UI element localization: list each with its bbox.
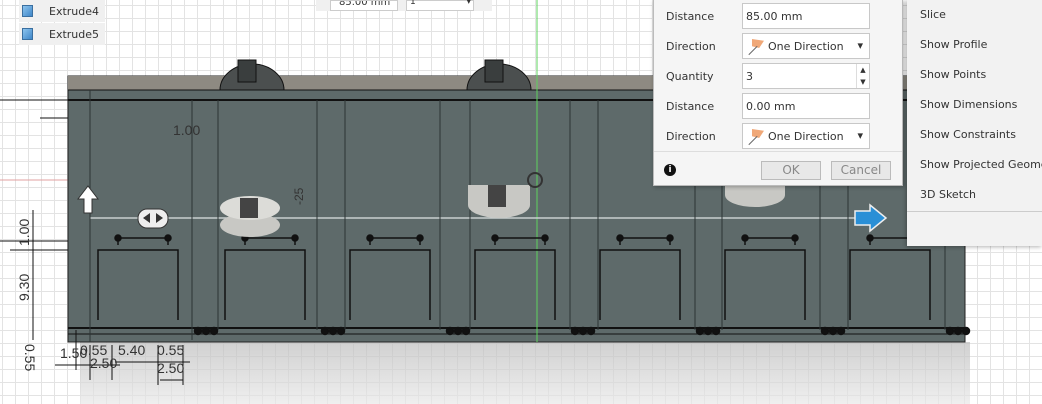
browser-item-extrude5[interactable]: Extrude5 xyxy=(19,23,105,45)
direction-flag-icon xyxy=(746,128,764,144)
sketch-point[interactable] xyxy=(193,326,203,336)
menu-item-slice[interactable]: Slice xyxy=(920,5,946,25)
sketch-point[interactable] xyxy=(445,326,455,336)
ground-shadow xyxy=(80,342,970,404)
select-value: 1 xyxy=(410,0,416,7)
boss-cylinder-2 xyxy=(468,185,530,218)
field-label: Direction xyxy=(666,39,716,53)
sketch-point[interactable] xyxy=(703,326,713,336)
ok-button[interactable]: OK xyxy=(761,161,821,180)
sketch-point[interactable] xyxy=(695,326,705,336)
info-icon[interactable]: i xyxy=(664,164,676,176)
body-icon xyxy=(22,28,33,40)
sketch-point[interactable] xyxy=(201,326,211,336)
sketch-point[interactable] xyxy=(366,234,374,242)
rotate-handle-icon[interactable] xyxy=(137,208,169,229)
sketch-point[interactable] xyxy=(945,326,955,336)
dropdown-value: One Direction xyxy=(768,39,844,53)
sketch-point[interactable] xyxy=(541,234,549,242)
browser-item-extrude4[interactable]: Extrude4 xyxy=(19,0,105,22)
sketch-point[interactable] xyxy=(320,326,330,336)
sketch-point[interactable] xyxy=(453,326,463,336)
menu-item-show-dimensions[interactable]: Show Dimensions xyxy=(920,95,1017,115)
dimension-label[interactable]: 0.55 xyxy=(157,342,184,358)
sketch-point[interactable] xyxy=(328,326,338,336)
sketch-point[interactable] xyxy=(711,326,721,336)
field-label: Quantity xyxy=(666,69,714,83)
pattern-dialog: Distance 85.00 mm Direction One Directio… xyxy=(653,0,903,186)
menu-separator xyxy=(907,211,1042,212)
menu-item-show-points[interactable]: Show Points xyxy=(920,65,986,85)
quantity-select-partial[interactable]: 1 xyxy=(406,0,474,11)
boss-cylinder-1 xyxy=(220,196,280,237)
distance-row-2: Distance 0.00 mm xyxy=(654,93,902,119)
direction-dropdown-1[interactable]: One Direction xyxy=(742,33,870,59)
direction-dropdown-2[interactable]: One Direction xyxy=(742,123,870,149)
distance-row-1: Distance 85.00 mm xyxy=(654,3,902,29)
sketch-point[interactable] xyxy=(114,234,122,242)
cancel-button[interactable]: Cancel xyxy=(831,161,891,180)
direction-row-1: Direction One Direction xyxy=(654,33,902,59)
context-menu: Slice Show Profile Show Points Show Dime… xyxy=(907,0,1042,246)
distance-input-partial[interactable]: 85.00 mm xyxy=(330,0,398,11)
sketch-point[interactable] xyxy=(828,326,838,336)
field-label: Direction xyxy=(666,129,716,143)
menu-item-show-constraints[interactable]: Show Constraints xyxy=(920,125,1016,145)
sketch-point[interactable] xyxy=(961,326,971,336)
field-label: Distance xyxy=(666,9,715,23)
menu-item-3d-sketch[interactable]: 3D Sketch xyxy=(920,185,976,205)
dimension-label[interactable]: 2.50 xyxy=(157,360,184,376)
quantity-value: 3 xyxy=(746,69,753,83)
sketch-point[interactable] xyxy=(291,234,299,242)
field-label: Distance xyxy=(666,99,715,113)
browser-item-label: Extrude4 xyxy=(49,4,100,18)
menu-item-show-projected-geometries[interactable]: Show Projected Geometries xyxy=(920,155,1042,175)
dimension-label[interactable]: 5.40 xyxy=(118,342,145,358)
sketch-point[interactable] xyxy=(820,326,830,336)
sketch-point[interactable] xyxy=(953,326,963,336)
browser-item-label: Extrude5 xyxy=(49,27,100,41)
quantity-stepper[interactable]: 3 ▲ ▼ xyxy=(742,63,870,89)
sketch-point[interactable] xyxy=(791,234,799,242)
dimension-label[interactable]: 2.50 xyxy=(90,355,117,371)
direction-row-2: Direction One Direction xyxy=(654,123,902,149)
sketch-point[interactable] xyxy=(578,326,588,336)
sketch-point[interactable] xyxy=(866,234,874,242)
quantity-row: Quantity 3 ▲ ▼ xyxy=(654,63,902,89)
sketch-point[interactable] xyxy=(836,326,846,336)
sketch-point[interactable] xyxy=(491,234,499,242)
sketch-point[interactable] xyxy=(570,326,580,336)
dimension-label[interactable]: 9.30 xyxy=(16,274,32,301)
distance-input-2[interactable]: 0.00 mm xyxy=(742,93,870,119)
dialog-footer: i OK Cancel xyxy=(654,151,902,186)
dropdown-value: One Direction xyxy=(768,129,844,143)
floating-input-bar: 85.00 mm 1 xyxy=(316,0,492,11)
sketch-point[interactable] xyxy=(164,234,172,242)
sketch-point[interactable] xyxy=(416,234,424,242)
boss-top-1 xyxy=(219,59,285,91)
dimension-label[interactable]: 1.00 xyxy=(16,219,32,246)
dimension-label[interactable]: 1.00 xyxy=(173,122,200,138)
sketch-point[interactable] xyxy=(336,326,346,336)
boss-top-2 xyxy=(466,59,532,91)
sketch-point[interactable] xyxy=(209,326,219,336)
sketch-point[interactable] xyxy=(616,234,624,242)
distance-input-1[interactable]: 85.00 mm xyxy=(742,3,870,29)
direction-flag-icon xyxy=(746,38,764,54)
dimension-label[interactable]: 0.55 xyxy=(22,344,38,371)
body-icon xyxy=(22,5,33,17)
spin-buttons-icon[interactable]: ▲ ▼ xyxy=(856,64,869,88)
angle-label[interactable]: -25 xyxy=(292,188,306,205)
sketch-point[interactable] xyxy=(666,234,674,242)
sketch-point[interactable] xyxy=(741,234,749,242)
sketch-point[interactable] xyxy=(586,326,596,336)
sketch-point[interactable] xyxy=(461,326,471,336)
menu-item-show-profile[interactable]: Show Profile xyxy=(920,35,987,55)
